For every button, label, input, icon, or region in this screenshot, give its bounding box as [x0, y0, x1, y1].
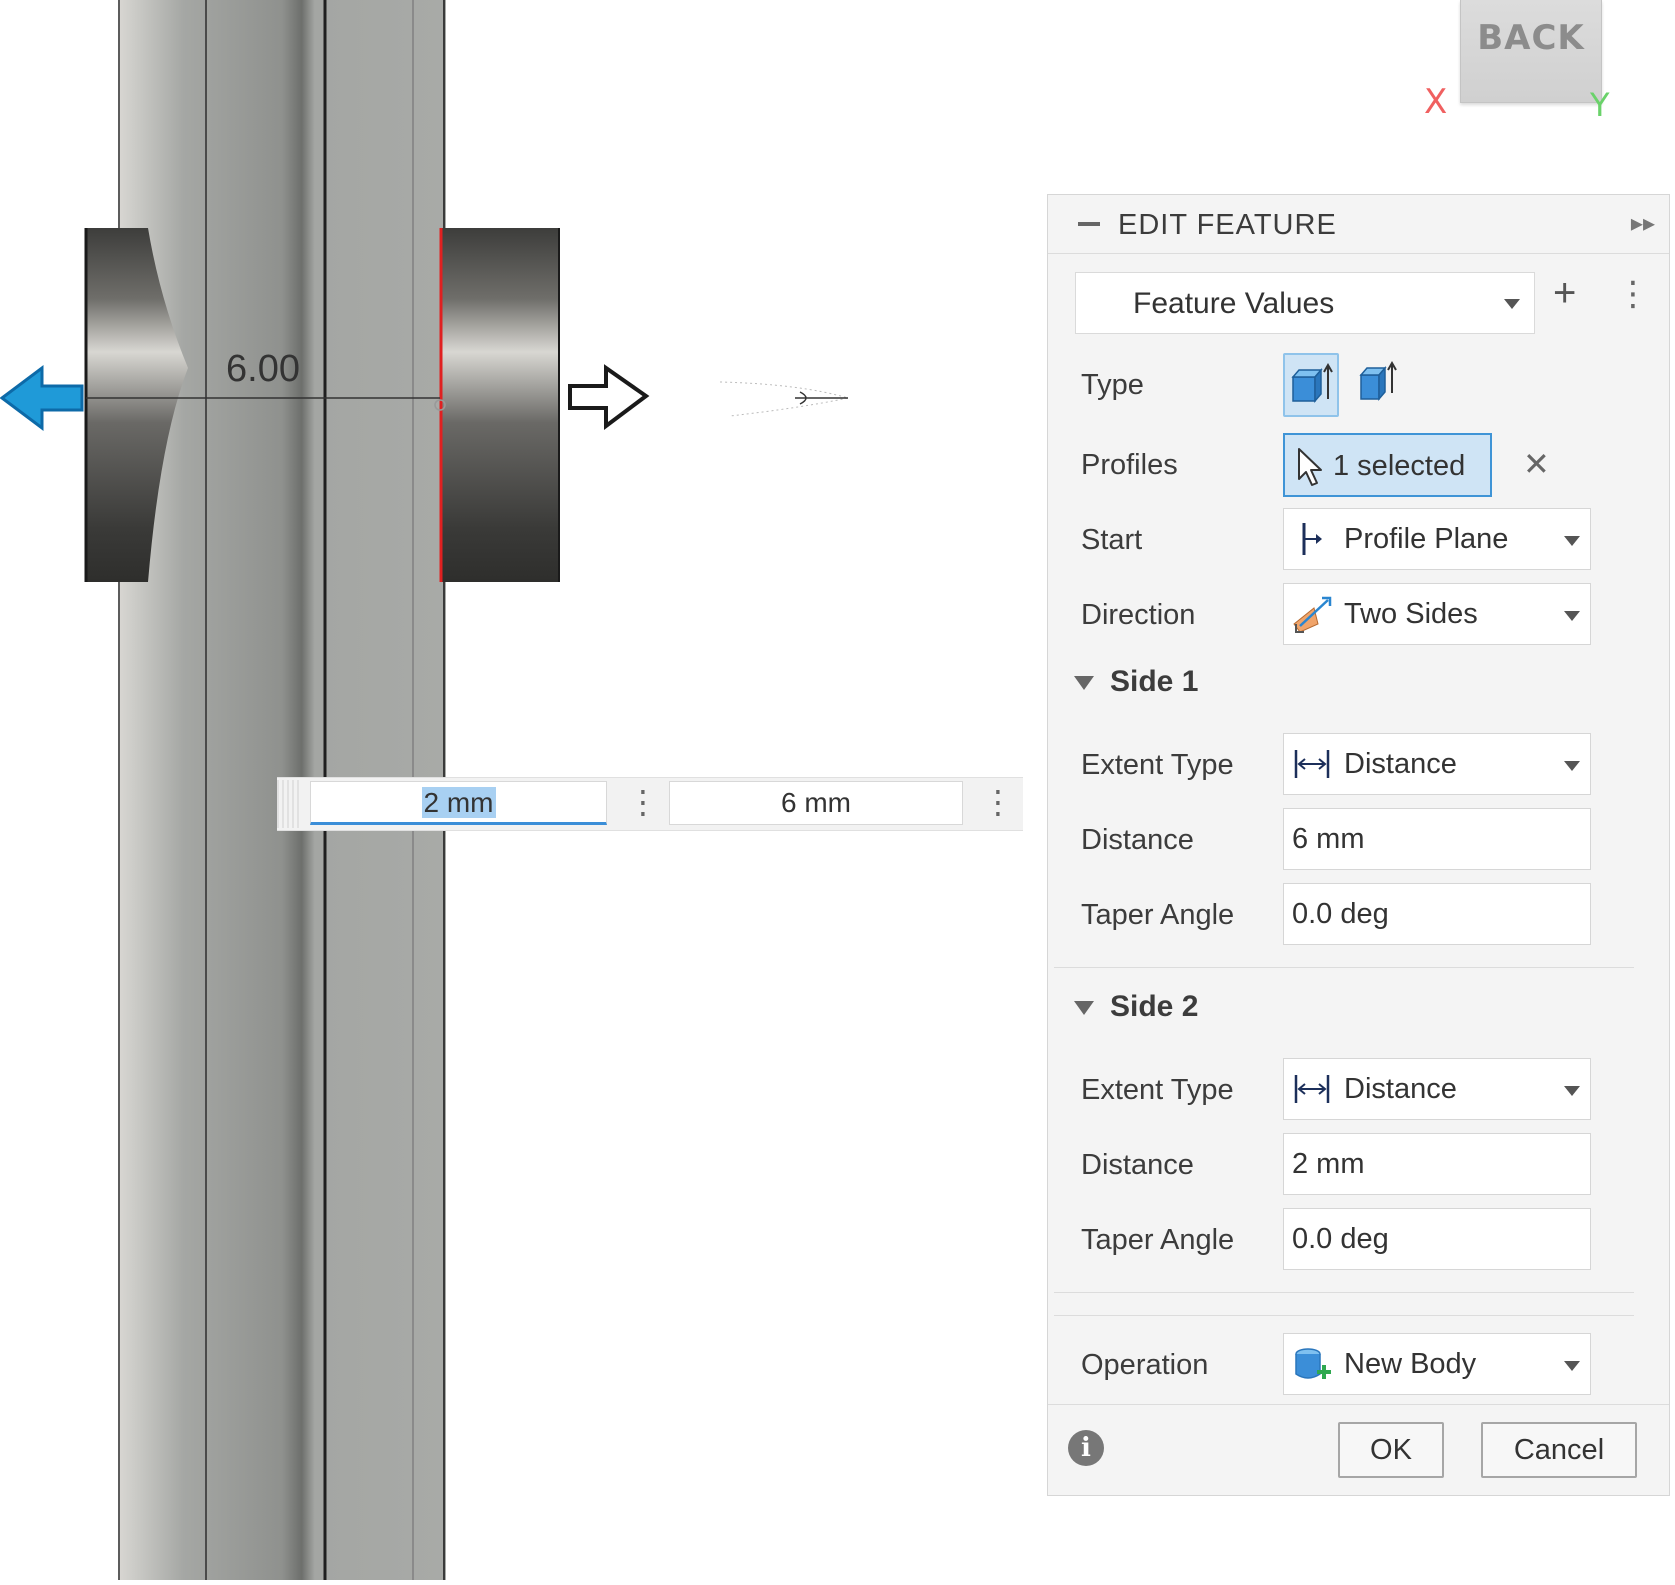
clear-selection-icon[interactable]: ✕ [1523, 445, 1550, 483]
side1-taper-value: 0.0 deg [1292, 898, 1389, 930]
side2-extent-dropdown[interactable]: Distance [1283, 1058, 1591, 1120]
type-row: Type [1048, 353, 1669, 417]
start-row: Start Profile Plane [1048, 508, 1669, 570]
start-value: Profile Plane [1344, 523, 1509, 555]
profile-plane-icon [1302, 523, 1322, 555]
panel-title: EDIT FEATURE [1118, 209, 1337, 241]
side1-taper-label: Taper Angle [1081, 899, 1235, 931]
side1-distance-input[interactable]: 6 mm [1283, 808, 1591, 870]
side1-extent-dropdown[interactable]: Distance [1283, 733, 1591, 795]
start-dropdown[interactable]: Profile Plane [1283, 508, 1591, 570]
ok-button[interactable]: OK [1338, 1422, 1444, 1478]
side1-drag-arrow [568, 364, 650, 430]
collapse-triangle-icon [1074, 676, 1094, 690]
side1-distance-canvas-input[interactable]: 6 mm [669, 781, 963, 825]
collapse-icon[interactable] [1078, 222, 1100, 226]
more-options-icon[interactable]: ⋮ [627, 784, 659, 824]
side2-distance-canvas-value: 2 mm [421, 787, 496, 818]
side2-extent-label: Extent Type [1081, 1074, 1234, 1106]
chevron-down-icon [1564, 611, 1580, 621]
panel-header: EDIT FEATURE ▸▸ [1048, 195, 1669, 254]
side2-taper-row: Taper Angle 0.0 deg [1048, 1208, 1669, 1270]
divider [1054, 1315, 1634, 1316]
extrude-icon [1291, 362, 1333, 404]
side2-extent-value: Distance [1344, 1073, 1457, 1105]
side1-distance-canvas-value: 6 mm [781, 787, 851, 818]
cursor-arrow-icon [1298, 448, 1322, 486]
side2-distance-input[interactable]: 2 mm [1283, 1133, 1591, 1195]
side2-distance-value: 2 mm [1292, 1148, 1365, 1180]
type-one-direction-button[interactable] [1283, 353, 1339, 417]
side2-distance-label: Distance [1081, 1149, 1194, 1181]
add-icon[interactable]: + [1553, 271, 1576, 316]
side1-title: Side 1 [1110, 665, 1199, 698]
chevron-down-icon [1564, 1086, 1580, 1096]
side2-title: Side 2 [1110, 990, 1199, 1023]
new-body-icon [1295, 1348, 1331, 1379]
side2-taper-label: Taper Angle [1081, 1224, 1235, 1256]
distance-icon [1294, 750, 1330, 778]
side1-taper-input[interactable]: 0.0 deg [1283, 883, 1591, 945]
cursor-trail [719, 381, 849, 417]
more-options-icon[interactable]: ⋮ [1616, 271, 1650, 317]
cancel-button[interactable]: Cancel [1481, 1422, 1637, 1478]
side1-extent-row: Extent Type Distance [1048, 733, 1669, 795]
side2-distance-row: Distance 2 mm [1048, 1133, 1669, 1195]
more-options-icon[interactable]: ⋮ [982, 784, 1014, 824]
canvas-distance-inputs: 2 mm ⋮ 6 mm ⋮ [277, 777, 1023, 831]
side1-extent-value: Distance [1344, 748, 1457, 780]
chevron-down-icon [1564, 1361, 1580, 1371]
divider [1054, 967, 1634, 968]
chevron-down-icon [1564, 536, 1580, 546]
axis-x-label: X [1424, 82, 1448, 122]
operation-row: Operation New Body [1048, 1333, 1669, 1395]
right-cylinder [440, 228, 560, 582]
start-label: Start [1081, 524, 1143, 556]
view-cube-face-label: BACK [1477, 18, 1585, 58]
profiles-label: Profiles [1081, 449, 1178, 481]
side2-drag-arrow [0, 365, 84, 431]
chevron-down-icon [1564, 761, 1580, 771]
thin-extrude-icon [1359, 360, 1397, 402]
operation-dropdown[interactable]: New Body [1283, 1333, 1591, 1395]
info-icon[interactable]: i [1068, 1430, 1104, 1466]
two-sides-icon [1293, 596, 1332, 633]
drag-grip[interactable] [277, 780, 299, 828]
type-label: Type [1081, 369, 1144, 401]
preset-value: Feature Values [1133, 287, 1335, 320]
side2-taper-input[interactable]: 0.0 deg [1283, 1208, 1591, 1270]
side2-distance-canvas-input[interactable]: 2 mm [310, 781, 607, 825]
side1-distance-value: 6 mm [1292, 823, 1365, 855]
side1-extent-label: Extent Type [1081, 749, 1234, 781]
side2-section-header[interactable]: Side 2 [1048, 983, 1669, 1033]
direction-row: Direction Two Sides [1048, 583, 1669, 645]
collapse-triangle-icon [1074, 1001, 1094, 1015]
chevron-down-icon [1504, 299, 1520, 309]
preset-dropdown[interactable]: Feature Values [1075, 272, 1535, 334]
side1-section-header[interactable]: Side 1 [1048, 658, 1669, 708]
side1-taper-row: Taper Angle 0.0 deg [1048, 883, 1669, 945]
side1-distance-row: Distance 6 mm [1048, 808, 1669, 870]
panel-footer: i OK Cancel [1048, 1404, 1669, 1495]
dimension-label[interactable]: 6.00 [226, 348, 300, 391]
operation-value: New Body [1344, 1348, 1477, 1380]
direction-dropdown[interactable]: Two Sides [1283, 583, 1591, 645]
profiles-selector[interactable]: 1 selected [1283, 433, 1492, 497]
view-cube[interactable]: BACK X Y [1420, 0, 1610, 125]
operation-label: Operation [1081, 1349, 1209, 1381]
side2-taper-value: 0.0 deg [1292, 1223, 1389, 1255]
axis-y-label: Y [1590, 86, 1610, 124]
side1-distance-label: Distance [1081, 824, 1194, 856]
side2-extent-row: Extent Type Distance [1048, 1058, 1669, 1120]
direction-label: Direction [1081, 599, 1196, 631]
type-thin-extrude-button[interactable] [1351, 353, 1407, 417]
divider [1054, 1292, 1634, 1293]
profiles-value: 1 selected [1333, 450, 1466, 482]
profiles-row: Profiles 1 selected ✕ [1048, 433, 1669, 497]
expand-panel-icon[interactable]: ▸▸ [1631, 209, 1655, 238]
view-cube-back-face[interactable]: BACK [1460, 0, 1602, 103]
direction-value: Two Sides [1344, 598, 1478, 630]
edit-feature-panel: EDIT FEATURE ▸▸ Feature Values + ⋮ Type [1047, 194, 1670, 1496]
distance-icon [1294, 1075, 1330, 1103]
